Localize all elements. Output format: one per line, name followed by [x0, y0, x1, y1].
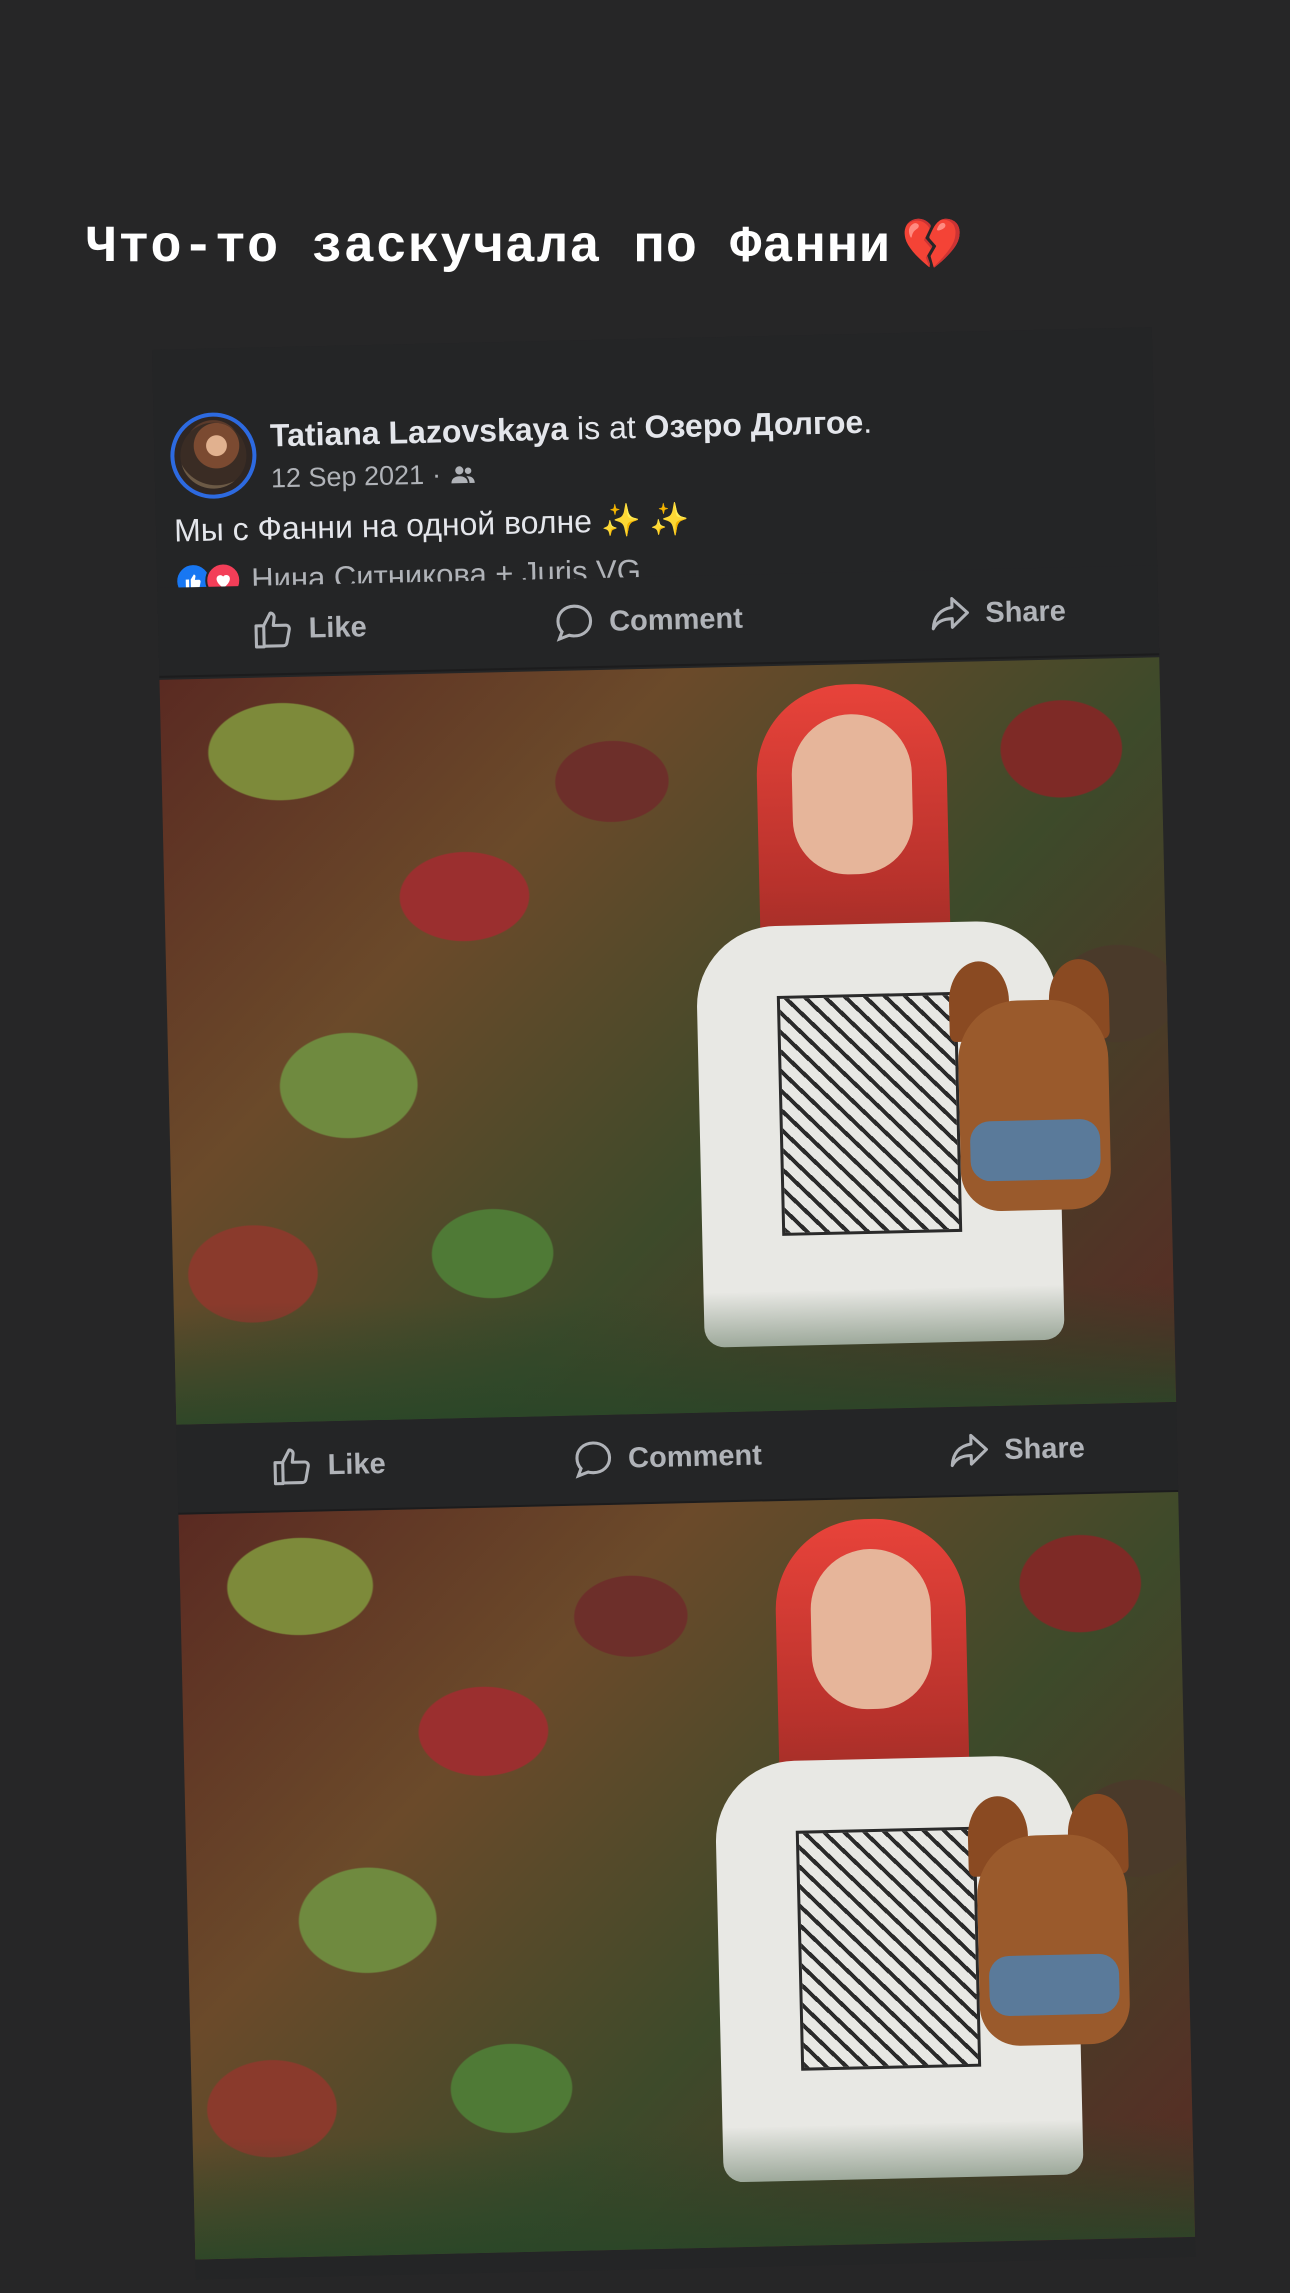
at-text: is at [567, 408, 645, 447]
meta-separator: · [431, 459, 442, 490]
comment-bubble-icon [551, 599, 598, 646]
sparkles-emoji: ✨ ✨ [600, 500, 690, 539]
avatar[interactable] [169, 411, 258, 500]
like-button[interactable]: Like [250, 604, 367, 653]
caption-text: Что-то заскучала по Фанни [86, 218, 892, 277]
thumbs-up-icon [269, 1443, 316, 1490]
share-arrow-icon [946, 1427, 993, 1474]
story-caption: Что-то заскучала по Фанни 💔 [86, 212, 986, 285]
share-label: Share [1003, 1431, 1086, 1466]
share-button[interactable]: Share [927, 588, 1067, 637]
like-label: Like [327, 1447, 386, 1481]
post-photo-1[interactable] [159, 657, 1177, 1425]
facebook-post-screenshot: Tatiana Lazovskaya is at Озеро Долгое. 1… [152, 327, 1196, 2280]
comment-button[interactable]: Comment [570, 1432, 763, 1482]
post-date[interactable]: 12 Sep 2021 [271, 460, 425, 494]
location-link[interactable]: Озеро Долгое [644, 404, 863, 445]
comment-label: Comment [627, 1438, 763, 1474]
post-message: Мы с Фанни на одной волне [173, 503, 593, 549]
share-arrow-icon [927, 590, 974, 637]
story-canvas: Что-то заскучала по Фанни 💔 Tatiana Lazov… [0, 0, 1290, 2293]
author-line: Tatiana Lazovskaya is at Озеро Долгое. [270, 404, 873, 455]
share-label: Share [984, 594, 1067, 629]
comment-bubble-icon [570, 1436, 617, 1483]
thumbs-up-icon [250, 606, 297, 653]
like-label: Like [308, 610, 367, 645]
location-suffix: . [862, 403, 873, 440]
comment-label: Comment [608, 602, 744, 638]
post-photo-2[interactable] [178, 1492, 1196, 2260]
post-text: Мы с Фанни на одной волне ✨ ✨ [174, 500, 690, 550]
broken-heart-emoji: 💔 [901, 220, 965, 277]
friends-icon [449, 460, 478, 489]
author-name[interactable]: Tatiana Lazovskaya [270, 411, 569, 454]
like-button[interactable]: Like [269, 1441, 386, 1490]
post-header: Tatiana Lazovskaya is at Озеро Долгое. 1… [152, 327, 1160, 680]
post-meta: 12 Sep 2021 · [271, 459, 478, 495]
comment-button[interactable]: Comment [551, 596, 744, 646]
share-button[interactable]: Share [946, 1425, 1086, 1474]
